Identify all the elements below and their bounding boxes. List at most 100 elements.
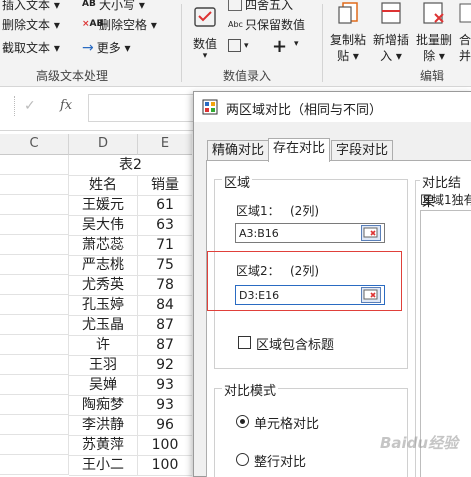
column-header-c[interactable]: C xyxy=(0,134,69,155)
copy-paste-icon xyxy=(338,2,358,24)
name-cell[interactable]: 尤秀英 xyxy=(69,275,138,296)
name-cell[interactable]: 李洪静 xyxy=(69,415,138,436)
column-header-d[interactable]: D xyxy=(69,134,138,155)
batch-delete-button[interactable]: 批量删 除 ▾ xyxy=(414,0,454,64)
ribbon: 插入文本 ▾ 删除文本 ▾ 截取文本 ▾ AB 大小写 ▾ ×AB 删除空格 ▾… xyxy=(0,0,471,87)
case-menu[interactable]: AB 大小写 ▾ xyxy=(82,0,145,13)
function-icon[interactable]: fx xyxy=(60,98,72,113)
sales-cell[interactable]: 71 xyxy=(138,235,192,256)
insert-text-label: 插入文本 ▾ xyxy=(2,0,60,12)
delete-text-label: 删除文本 ▾ xyxy=(2,18,60,32)
mode-group-title: 对比模式 xyxy=(222,380,279,399)
text-group-label: 高级文本处理 xyxy=(36,69,109,83)
round-button[interactable]: 四舍五入 xyxy=(228,0,293,13)
round-label: 四舍五入 xyxy=(245,0,294,12)
column-header-e[interactable]: E xyxy=(138,134,192,155)
arrow-right-icon: → xyxy=(82,39,94,56)
tab-field-compare[interactable]: 字段对比 xyxy=(331,140,394,161)
app-grid-icon xyxy=(202,99,218,115)
name-cell[interactable]: 严志桃 xyxy=(69,255,138,276)
insert-text-menu[interactable]: 插入文本 ▾ xyxy=(2,0,60,13)
insert-new-label-2: 入 ▾ xyxy=(380,49,402,63)
sales-cell[interactable]: 100 xyxy=(138,455,192,476)
result-region1-label: 区域1独有 xyxy=(420,193,471,207)
range-compare-dialog: 两区域对比（相同与不同） 精确对比 存在对比 字段对比 区域 区域1： (2列)… xyxy=(193,91,471,477)
name-cell[interactable]: 孔玉婷 xyxy=(69,295,138,316)
ribbon-divider xyxy=(181,4,182,82)
sales-cell[interactable]: 92 xyxy=(138,355,192,376)
sales-cell[interactable]: 93 xyxy=(138,375,192,396)
batch-delete-icon xyxy=(423,2,444,24)
name-cell[interactable]: 王羽 xyxy=(69,355,138,376)
name-cell[interactable]: 许 xyxy=(69,335,138,356)
insert-icon xyxy=(381,2,401,24)
copy-paste-label-1: 复制粘 xyxy=(329,33,366,47)
header-cell-sales[interactable]: 销量 xyxy=(138,175,192,196)
region2-cols: (2列) xyxy=(290,264,319,278)
delete-space-label: 删除空格 ▾ xyxy=(99,18,157,32)
delete-text-menu[interactable]: 删除文本 ▾ xyxy=(2,16,60,33)
chevron-down-icon: ▾ xyxy=(294,39,299,49)
case-icon: AB xyxy=(82,0,96,9)
radio-dot xyxy=(240,419,245,424)
delete-space-menu[interactable]: ×AB 删除空格 ▾ xyxy=(82,16,157,33)
merge-label-2: 并 xyxy=(458,49,471,63)
insert-new-button[interactable]: 新增插 入 ▾ xyxy=(371,0,411,64)
tab-exact-compare[interactable]: 精确对比 xyxy=(207,140,270,161)
numeric-group-label: 数值录入 xyxy=(223,69,272,83)
cancel-icon[interactable]: ✓ xyxy=(24,98,36,114)
row-compare-radio[interactable] xyxy=(236,453,249,466)
sales-cell[interactable]: 93 xyxy=(138,395,192,416)
edit-group-label: 编辑 xyxy=(420,69,445,83)
tab-existence-compare[interactable]: 存在对比 xyxy=(268,138,331,162)
column-c-cells[interactable] xyxy=(0,155,69,475)
sales-cell[interactable]: 87 xyxy=(138,315,192,336)
name-cell[interactable]: 王媛元 xyxy=(69,195,138,216)
table-title-cell[interactable]: 表2 xyxy=(69,155,192,176)
header-cell-name[interactable]: 姓名 xyxy=(69,175,138,196)
name-cell[interactable]: 陶痴梦 xyxy=(69,395,138,416)
sales-cell[interactable]: 75 xyxy=(138,255,192,276)
copy-paste-label-2: 贴 ▾ xyxy=(337,49,359,63)
plus-dropdown[interactable]: ▾ xyxy=(294,39,299,49)
dialog-title-bar[interactable]: 两区域对比（相同与不同） xyxy=(194,92,471,122)
keep-number-button[interactable]: Abc 只保留数值 xyxy=(228,16,305,33)
header-checkbox-label: 区域包含标题 xyxy=(256,338,335,353)
case-label: 大小写 ▾ xyxy=(99,0,145,12)
copy-paste-button[interactable]: 复制粘 贴 ▾ xyxy=(328,0,368,64)
more-menu[interactable]: → 更多 ▾ xyxy=(82,39,131,56)
name-cell[interactable]: 吴婵 xyxy=(69,375,138,396)
cell-compare-radio[interactable] xyxy=(236,415,249,428)
sales-cell[interactable]: 96 xyxy=(138,415,192,436)
delete-space-icon: ×AB xyxy=(82,18,104,29)
name-cell[interactable]: 萧芯蕊 xyxy=(69,235,138,256)
extract-text-label: 截取文本 ▾ xyxy=(2,41,60,55)
region1-cols: (2列) xyxy=(290,204,319,218)
sales-cell[interactable]: 87 xyxy=(138,335,192,356)
sales-cell[interactable]: 84 xyxy=(138,295,192,316)
row-compare-label: 整行对比 xyxy=(254,455,307,470)
number-icon xyxy=(194,7,216,27)
name-cell[interactable]: 吴大伟 xyxy=(69,215,138,236)
name-cell[interactable]: 王小二 xyxy=(69,455,138,476)
plus-button[interactable]: + xyxy=(272,36,287,57)
format-menu[interactable]: ▾ xyxy=(228,39,249,52)
region2-pick-button[interactable] xyxy=(361,287,381,303)
header-checkbox[interactable] xyxy=(238,336,251,349)
formula-input[interactable] xyxy=(88,94,193,122)
round-icon xyxy=(228,0,242,11)
region-group-title: 区域 xyxy=(222,172,253,191)
sales-cell[interactable]: 78 xyxy=(138,275,192,296)
sales-cell[interactable]: 100 xyxy=(138,435,192,456)
batch-delete-label-1: 批量删 xyxy=(415,33,452,47)
region1-pick-button[interactable] xyxy=(361,225,381,241)
merge-button[interactable]: 合 并 xyxy=(458,0,471,64)
extract-text-menu[interactable]: 截取文本 ▾ xyxy=(2,39,60,56)
range-select-icon xyxy=(363,289,378,300)
region2-label: 区域2： xyxy=(236,264,280,278)
sales-cell[interactable]: 63 xyxy=(138,215,192,236)
number-button[interactable]: 数值 ▾ xyxy=(188,4,222,61)
name-cell[interactable]: 苏黄萍 xyxy=(69,435,138,456)
sales-cell[interactable]: 61 xyxy=(138,195,192,216)
name-cell[interactable]: 尤玉晶 xyxy=(69,315,138,336)
